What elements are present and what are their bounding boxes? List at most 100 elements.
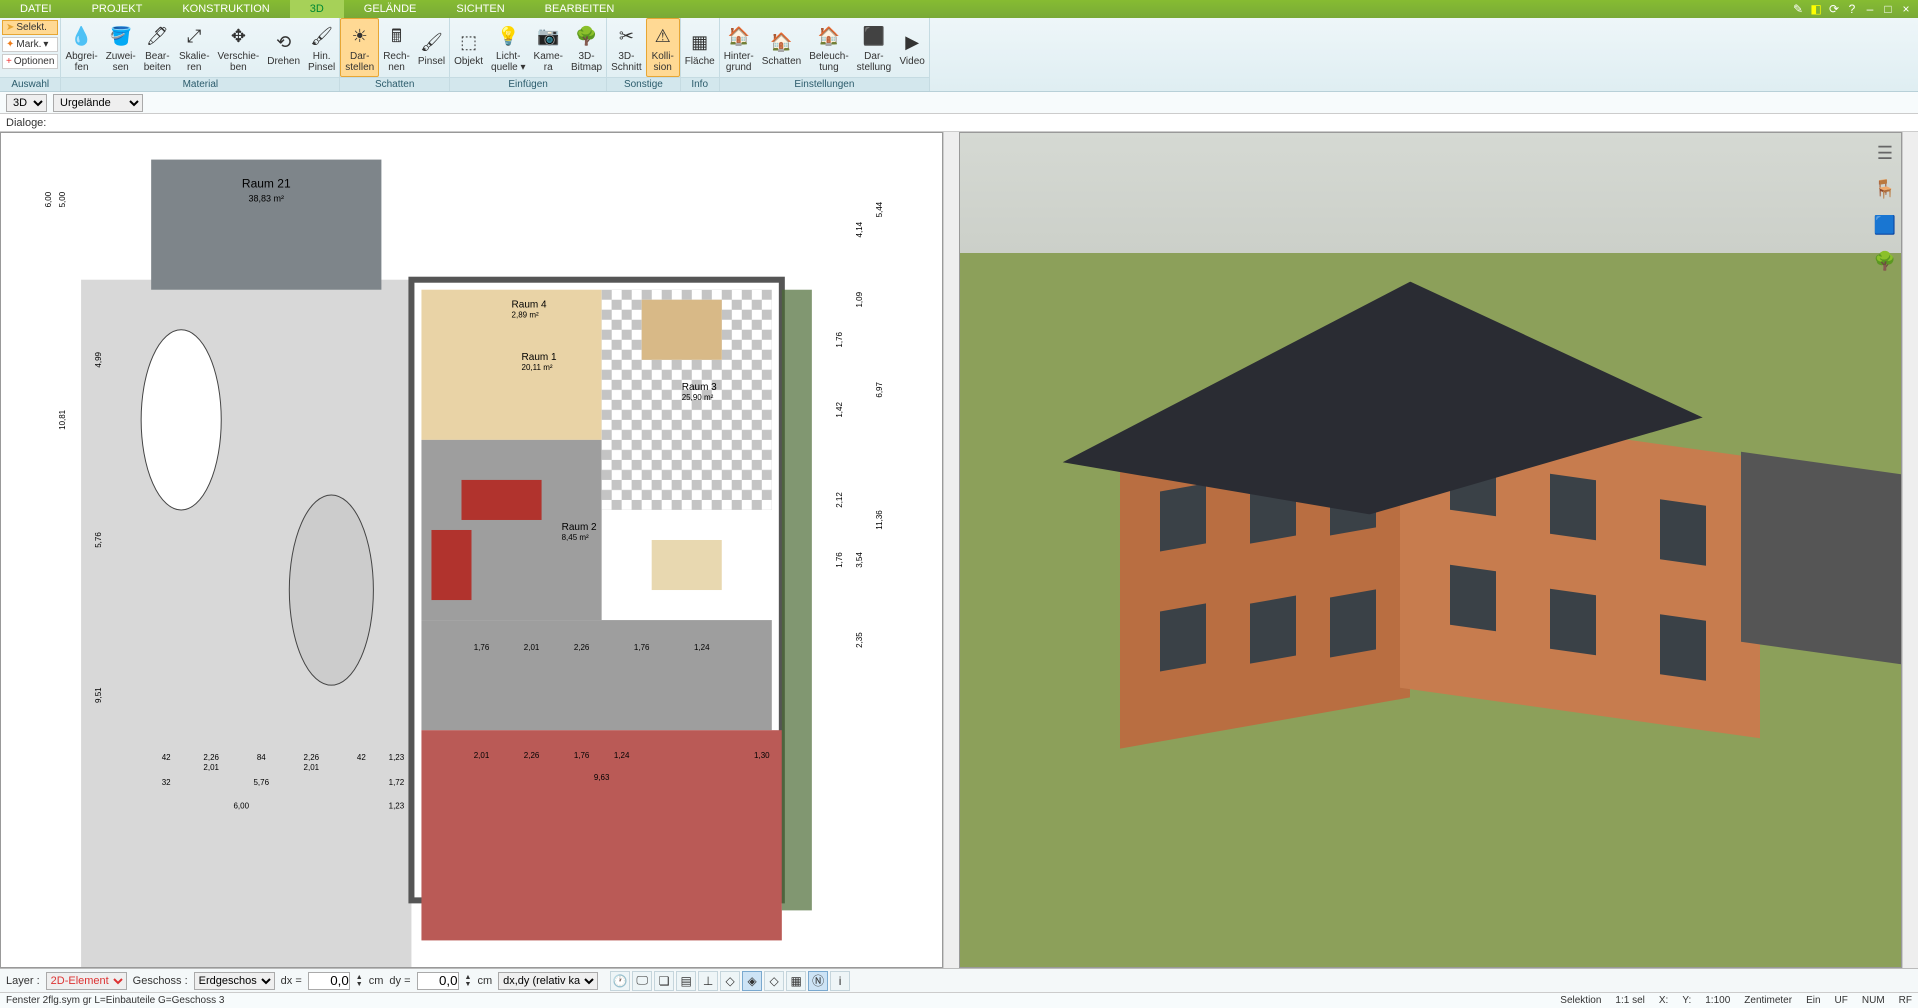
menu-bar: DATEI PROJEKT KONSTRUKTION 3D GELÄNDE SI… [0, 0, 1918, 18]
minimize-icon[interactable]: – [1862, 1, 1878, 17]
refresh-icon[interactable]: ⟳ [1826, 1, 1842, 17]
floorplan-view[interactable]: Raum 21 38,83 m² R [0, 132, 943, 968]
menu-bearbeiten[interactable]: BEARBEITEN [525, 0, 635, 18]
drehen-button[interactable]: ⟲Drehen [263, 18, 304, 77]
flaeche-button[interactable]: ▦Fläche [681, 18, 719, 77]
layers-icon[interactable]: ☰ [1873, 141, 1897, 165]
lighting-icon: 🏠 [817, 25, 841, 49]
abgreifen-button[interactable]: 💧Abgrei-fen [61, 18, 101, 77]
bearbeiten-button[interactable]: 🖊Bear-beiten [140, 18, 175, 77]
objekt-button[interactable]: ⬚Objekt [450, 18, 487, 77]
geschoss-dropdown[interactable]: Erdgeschos [194, 972, 275, 990]
svg-text:Raum 4: Raum 4 [512, 300, 547, 311]
menu-konstruktion[interactable]: KONSTRUKTION [162, 0, 289, 18]
pencil-icon[interactable]: ✎ [1790, 1, 1806, 17]
hinpinsel-button[interactable]: 🖌Hin.Pinsel [304, 18, 339, 77]
chair-icon[interactable]: 🪑 [1873, 177, 1897, 201]
scale-icon: ⤢ [182, 25, 206, 49]
svg-text:1,24: 1,24 [614, 751, 630, 760]
dual-icon[interactable]: ❏ [654, 971, 674, 991]
video-button[interactable]: ▶Video [895, 18, 929, 77]
dy-input[interactable] [417, 972, 459, 990]
dy-label: dy = [389, 975, 410, 987]
layer-select[interactable]: Urgelände [53, 94, 143, 112]
zuweisen-button[interactable]: 🪣Zuwei-sen [102, 18, 140, 77]
tree-side-icon[interactable]: 🌳 [1873, 249, 1897, 273]
status-x: X: [1659, 995, 1668, 1006]
hintergrund-button[interactable]: 🏠Hinter-grund [720, 18, 758, 77]
stack-icon[interactable]: ▤ [676, 971, 696, 991]
clock-icon[interactable]: 🕐 [610, 971, 630, 991]
snap1-icon[interactable]: ◇ [720, 971, 740, 991]
maximize-icon[interactable]: □ [1880, 1, 1896, 17]
snap2-icon[interactable]: ◈ [742, 971, 762, 991]
pinsel-button[interactable]: 🖌Pinsel [414, 18, 449, 77]
3d-side-tools: ☰ 🪑 🟦 🌳 [1873, 141, 1897, 273]
3d-view[interactable]: ☰ 🪑 🟦 🌳 [959, 132, 1902, 968]
help-icon[interactable]: ? [1844, 1, 1860, 17]
floorplan-vscroll[interactable] [943, 132, 959, 968]
screen-icon[interactable]: 🖵 [632, 971, 652, 991]
beleuchtung-button[interactable]: 🏠Beleuch-tung [805, 18, 852, 77]
rel-dropdown[interactable]: dx,dy (relativ ka [498, 972, 598, 990]
options-button[interactable]: +Optionen [2, 54, 58, 69]
menu-projekt[interactable]: PROJEKT [72, 0, 163, 18]
menu-datei[interactable]: DATEI [0, 0, 72, 18]
svg-text:1,30: 1,30 [754, 751, 770, 760]
grid-icon[interactable]: ▦ [786, 971, 806, 991]
kollision-button[interactable]: ⚠Kolli-sion [646, 18, 680, 77]
close-icon[interactable]: × [1898, 1, 1914, 17]
brush-icon: 🖌 [310, 25, 334, 49]
dy-up-icon[interactable]: ▲ [465, 974, 472, 981]
status-ein: Ein [1806, 995, 1820, 1006]
svg-text:2,26: 2,26 [574, 643, 590, 652]
3d-bitmap-button[interactable]: 🌳3D-Bitmap [567, 18, 606, 77]
dx-down-icon[interactable]: ▼ [356, 981, 363, 988]
schatten-button[interactable]: 🏠Schatten [758, 18, 805, 77]
view-mode-select[interactable]: 3D [6, 94, 47, 112]
tree-icon: 🌳 [575, 25, 599, 49]
darstellen-button[interactable]: ☀Dar-stellen [340, 18, 379, 77]
darstellung-button[interactable]: ⬛Dar-stellung [853, 18, 895, 77]
info-icon[interactable]: i [830, 971, 850, 991]
dy-unit: cm [477, 975, 492, 987]
plus-icon: + [6, 56, 12, 67]
svg-text:1,76: 1,76 [574, 751, 590, 760]
3d-vscroll[interactable] [1902, 132, 1918, 968]
svg-text:10,81: 10,81 [58, 409, 67, 430]
dy-down-icon[interactable]: ▼ [465, 981, 472, 988]
svg-text:1,76: 1,76 [634, 643, 650, 652]
dx-input[interactable] [308, 972, 350, 990]
svg-text:Raum 3: Raum 3 [682, 382, 717, 393]
layer-dropdown[interactable]: 2D-Element [46, 972, 127, 990]
menu-sichten[interactable]: SICHTEN [436, 0, 524, 18]
snap3-icon[interactable]: ◇ [764, 971, 784, 991]
skalieren-button[interactable]: ⤢Skalie-ren [175, 18, 214, 77]
paintbrush-icon: 🖌 [420, 30, 444, 54]
verschieben-button[interactable]: ✥Verschie-ben [214, 18, 264, 77]
background-icon: 🏠 [727, 25, 751, 49]
lichtquelle-button[interactable]: 💡Licht-quelle ▾ [487, 18, 530, 77]
select-button[interactable]: ➤Selekt. [2, 20, 58, 35]
bottom-tool-icons: 🕐 🖵 ❏ ▤ ⊥ ◇ ◈ ◇ ▦ Ⓝ i [610, 971, 850, 991]
3d-schnitt-button[interactable]: ✂3D-Schnitt [607, 18, 646, 77]
kamera-button[interactable]: 📷Kame-ra [530, 18, 567, 77]
status-uf: UF [1835, 995, 1848, 1006]
rechnen-button[interactable]: 🖩Rech-nen [379, 18, 414, 77]
svg-text:2,12: 2,12 [835, 492, 844, 508]
menu-3d[interactable]: 3D [290, 0, 344, 18]
n-toggle-icon[interactable]: Ⓝ [808, 971, 828, 991]
dx-label: dx = [281, 975, 302, 987]
dx-up-icon[interactable]: ▲ [356, 974, 363, 981]
square-icon[interactable]: ◧ [1808, 1, 1824, 17]
ribbon: ➤Selekt. ✦Mark.▾ +Optionen Auswahl 💧Abgr… [0, 18, 1918, 92]
palette-icon[interactable]: 🟦 [1873, 213, 1897, 237]
menu-gelaende[interactable]: GELÄNDE [344, 0, 437, 18]
ribbon-group-material: 💧Abgrei-fen 🪣Zuwei-sen 🖊Bear-beiten ⤢Ska… [61, 18, 340, 91]
svg-text:1,76: 1,76 [474, 643, 490, 652]
ribbon-label-einstellungen: Einstellungen [720, 77, 929, 91]
svg-text:1,76: 1,76 [835, 331, 844, 347]
svg-text:5,00: 5,00 [58, 191, 67, 207]
perp-icon[interactable]: ⊥ [698, 971, 718, 991]
mark-button[interactable]: ✦Mark.▾ [2, 37, 58, 52]
